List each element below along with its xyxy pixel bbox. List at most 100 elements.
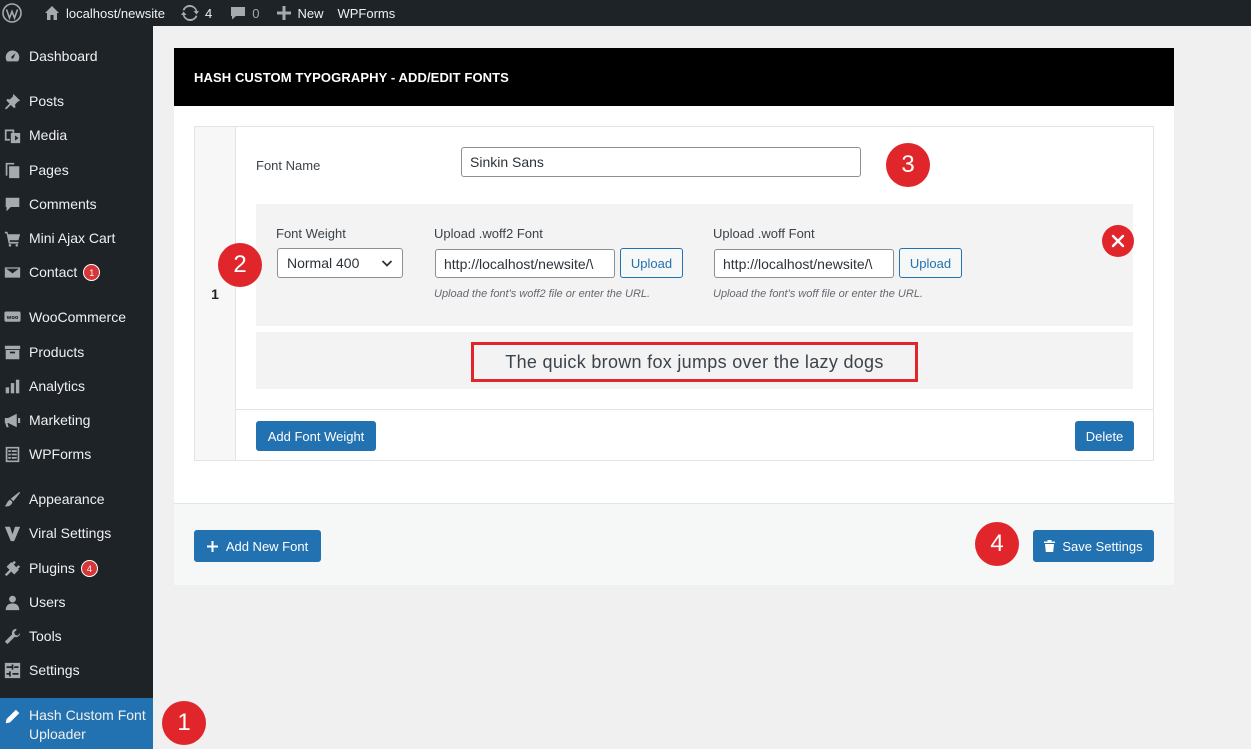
bar-chart-icon: [3, 377, 21, 395]
font-weight-select[interactable]: Normal 400: [277, 248, 403, 278]
sidebar-item-label: Mini Ajax Cart: [29, 230, 116, 246]
delete-font-button[interactable]: Delete: [1075, 421, 1134, 451]
sidebar-item-label: Contact: [29, 264, 78, 280]
divider: [236, 409, 1153, 410]
sidebar-item-label: Viral Settings: [29, 525, 112, 541]
font-name-input[interactable]: Sinkin Sans: [461, 147, 861, 177]
sidebar-item-products[interactable]: Products: [0, 335, 153, 369]
active-label-line2: Uploader: [29, 726, 86, 742]
plugins-count-badge: 4: [80, 559, 98, 577]
brush-icon: [3, 490, 21, 508]
sidebar-item-posts[interactable]: Posts: [0, 84, 153, 118]
sidebar-item-woocommerce[interactable]: woo WooCommerce: [0, 300, 153, 334]
sidebar-item-label: Marketing: [29, 412, 91, 428]
sidebar-item-label: Comments: [29, 196, 97, 212]
refresh-icon: [181, 5, 199, 21]
wpforms-link[interactable]: WPForms: [331, 0, 403, 26]
sidebar-item-label: Posts: [29, 93, 65, 109]
sidebar-item-users[interactable]: Users: [0, 585, 153, 619]
sidebar-item-label: Appearance: [29, 491, 105, 507]
plug-icon: [3, 559, 21, 577]
updates-link[interactable]: 4: [173, 0, 220, 26]
sidebar-item-pages[interactable]: Pages: [0, 153, 153, 187]
remove-weight-button[interactable]: [1102, 225, 1134, 257]
annotation-marker-1: 1: [162, 701, 206, 745]
new-content-link[interactable]: New: [267, 0, 331, 26]
save-settings-button[interactable]: Save Settings: [1033, 530, 1154, 562]
font-name-label: Font Name: [256, 158, 321, 173]
save-settings-label: Save Settings: [1062, 538, 1143, 554]
contact-count-badge: 1: [83, 263, 101, 281]
typography-panel: HASH CUSTOM TYPOGRAPHY - ADD/EDIT FONTS …: [174, 48, 1174, 585]
site-name-link[interactable]: localhost/newsite: [30, 0, 173, 26]
sidebar-item-label: WPForms: [29, 446, 92, 462]
admin-sidebar: Dashboard Posts Media Pages Comments Min…: [0, 26, 153, 749]
sidebar-item-marketing[interactable]: Marketing: [0, 403, 153, 437]
wrench-icon: [3, 627, 21, 645]
site-name: localhost/newsite: [66, 5, 165, 21]
sidebar-item-label: Dashboard: [29, 48, 98, 64]
sidebar-item-comments[interactable]: Comments: [0, 187, 153, 221]
dashboard-icon: [3, 47, 21, 65]
new-label: New: [297, 5, 324, 21]
sidebar-item-settings[interactable]: Settings: [0, 653, 153, 687]
wpforms-label: WPForms: [337, 5, 396, 21]
plus-icon: [277, 6, 292, 20]
sidebar-item-wpforms[interactable]: WPForms: [0, 437, 153, 471]
megaphone-icon: [3, 411, 21, 429]
v-logo-icon: [3, 524, 21, 542]
sidebar-item-label: Products: [29, 344, 85, 360]
sidebar-item-label: Settings: [29, 662, 80, 678]
comment-icon: [3, 195, 21, 213]
annotation-marker-2: 2: [218, 243, 262, 287]
sidebar-item-label: Pages: [29, 162, 69, 178]
font-weight-value: Normal 400: [287, 255, 360, 271]
sidebar-item-label: Users: [29, 594, 66, 610]
updates-count: 4: [205, 5, 213, 21]
woff2-upload-button[interactable]: Upload: [620, 248, 683, 278]
panel-footer: Add New Font Save Settings: [174, 503, 1174, 585]
home-icon: [45, 6, 59, 20]
font-index: 1: [195, 127, 236, 460]
trash-icon: [1044, 540, 1056, 552]
active-label-line1: Hash Custom Font: [29, 707, 146, 723]
sidebar-item-tools[interactable]: Tools: [0, 619, 153, 653]
wordpress-logo-icon: [2, 3, 22, 23]
font-weight-row: Font Weight Normal 400 Upload .woff2 Fon…: [256, 204, 1133, 326]
woff2-hint: Upload the font's woff2 file or enter th…: [434, 288, 651, 300]
chevron-down-icon: [381, 260, 393, 267]
panel-title: HASH CUSTOM TYPOGRAPHY - ADD/EDIT FONTS: [174, 48, 1174, 106]
woff-url-input[interactable]: http://localhost/newsite/\: [714, 249, 894, 278]
sidebar-item-label: Tools: [29, 628, 62, 644]
comments-link[interactable]: 0: [220, 0, 267, 26]
font-weight-label: Font Weight: [276, 226, 346, 241]
sidebar-item-media[interactable]: Media: [0, 118, 153, 152]
sidebar-item-mini-ajax-cart[interactable]: Mini Ajax Cart: [0, 221, 153, 255]
sidebar-item-dashboard[interactable]: Dashboard: [0, 39, 153, 73]
sliders-icon: [3, 661, 21, 679]
sidebar-item-contact[interactable]: Contact 1: [0, 255, 153, 289]
sidebar-item-label: WooCommerce: [29, 309, 126, 325]
sidebar-item-appearance[interactable]: Appearance: [0, 482, 153, 516]
add-font-weight-button[interactable]: Add Font Weight: [256, 421, 376, 451]
woff-label: Upload .woff Font: [713, 226, 815, 241]
woff-upload-button[interactable]: Upload: [899, 248, 962, 278]
add-new-font-button[interactable]: Add New Font: [194, 530, 321, 562]
plus-icon: [206, 540, 218, 552]
woff2-url-input[interactable]: http://localhost/newsite/\: [435, 249, 615, 278]
svg-text:woo: woo: [6, 314, 18, 320]
pin-icon: [3, 92, 21, 110]
sidebar-item-hash-custom-font-uploader[interactable]: Hash Custom Font Uploader: [0, 698, 153, 749]
add-new-font-label: Add New Font: [225, 538, 309, 554]
woff2-label: Upload .woff2 Font: [434, 226, 543, 241]
sidebar-item-label: Analytics: [29, 378, 86, 394]
sidebar-item-analytics[interactable]: Analytics: [0, 369, 153, 403]
media-icon: [3, 126, 21, 144]
admin-bar: localhost/newsite 4 0 New WPForms: [0, 0, 1251, 26]
font-entry: 1 Font Name Sinkin Sans Font Weight Norm…: [194, 126, 1154, 461]
wordpress-logo-button[interactable]: [0, 0, 30, 26]
sidebar-item-viral-settings[interactable]: Viral Settings: [0, 516, 153, 550]
sidebar-item-plugins[interactable]: Plugins 4: [0, 551, 153, 585]
cart-icon: [3, 229, 21, 247]
pencil-icon: [3, 707, 21, 725]
